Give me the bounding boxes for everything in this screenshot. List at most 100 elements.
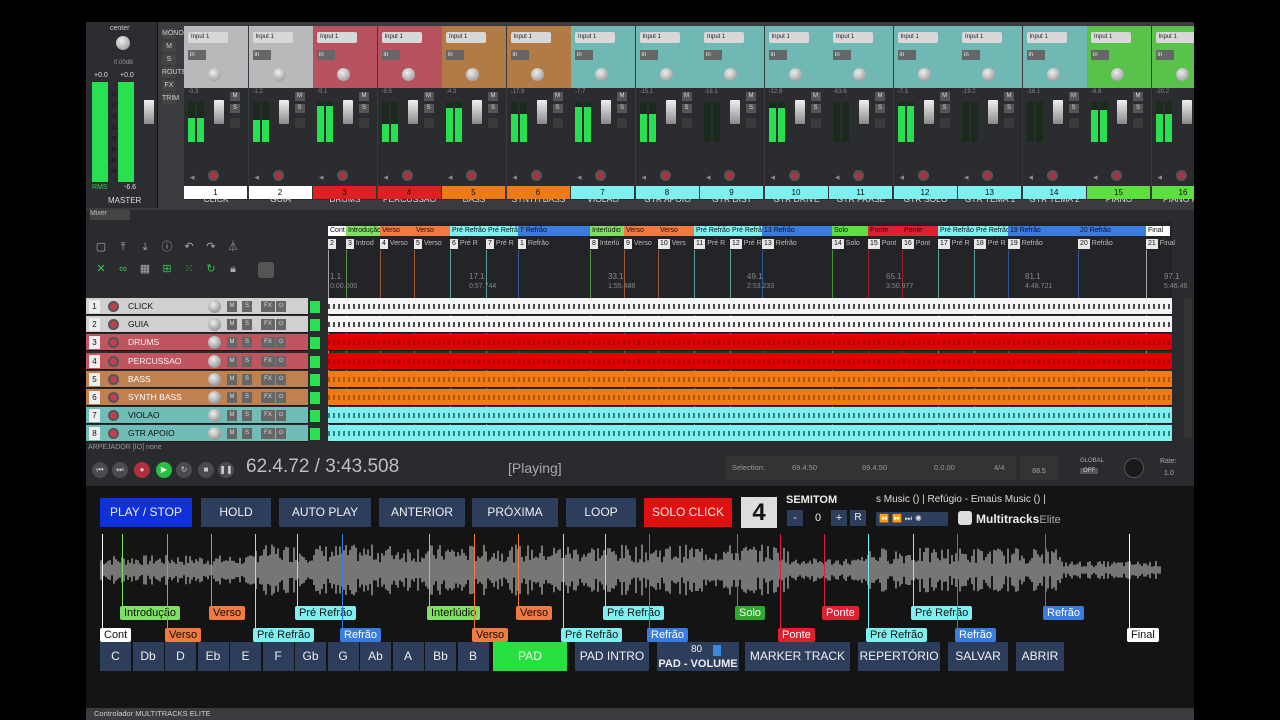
speaker-icon[interactable]: ◂ xyxy=(706,172,711,183)
speaker-icon[interactable]: ◂ xyxy=(319,172,324,183)
monitor-select[interactable]: in xyxy=(1091,50,1109,60)
input-select[interactable]: Input 1 xyxy=(768,32,809,43)
marker-label[interactable]: Pré Refrão xyxy=(694,226,730,236)
speaker-icon[interactable]: ◂ xyxy=(577,172,582,183)
marker-label[interactable]: Ponte xyxy=(902,226,938,236)
go-start-icon[interactable]: ⏮ xyxy=(92,462,108,478)
solo-click-button[interactable]: SOLO CLICK xyxy=(644,498,732,527)
solo-button[interactable]: S xyxy=(359,104,369,113)
marker-region[interactable]: 9 Verso xyxy=(624,239,652,249)
play-stop-button[interactable]: PLAY / STOP xyxy=(100,498,192,527)
record-arm-button[interactable] xyxy=(1111,170,1122,181)
record-arm-button[interactable] xyxy=(1175,170,1187,181)
speaker-icon[interactable]: ◂ xyxy=(255,172,260,183)
fx-icon[interactable] xyxy=(1004,118,1014,128)
mute-button[interactable]: M xyxy=(810,92,821,101)
monitor-select[interactable]: in xyxy=(188,50,206,60)
waveform-marker[interactable]: Refrão xyxy=(340,628,382,642)
solo-button[interactable]: S xyxy=(1004,104,1014,113)
key-button-eb[interactable]: Eb xyxy=(197,642,229,671)
track-lane[interactable] xyxy=(328,334,1172,352)
input-select[interactable]: Input 1 xyxy=(704,32,744,43)
speaker-icon[interactable]: ◂ xyxy=(964,172,969,183)
redo-icon[interactable]: ↷ xyxy=(204,240,218,254)
input-select[interactable]: Input 1 xyxy=(446,32,486,43)
waveform-marker[interactable]: Pré Refrão xyxy=(295,606,357,620)
record-arm-button[interactable] xyxy=(595,170,606,181)
speaker-icon[interactable]: ◂ xyxy=(384,172,389,183)
abrir-button[interactable]: ABRIR xyxy=(1016,642,1064,671)
key-button-g[interactable]: G xyxy=(327,642,359,671)
fx-icon[interactable] xyxy=(746,118,756,128)
cube-icon[interactable] xyxy=(258,262,274,278)
waveform-marker[interactable]: Verso xyxy=(472,628,509,642)
record-arm-button[interactable] xyxy=(272,170,284,181)
mute-button[interactable]: M xyxy=(488,92,498,101)
media-controls[interactable]: ⏪⏩⏭◉ xyxy=(876,512,948,526)
input-select[interactable]: Input 1 xyxy=(575,32,615,43)
solo-button[interactable]: S xyxy=(875,104,885,113)
marker-track-button[interactable]: MARKER TRACK xyxy=(745,642,850,671)
fx-icon[interactable] xyxy=(617,118,627,128)
pad-volume-control[interactable]: 80 PAD - VOLUME xyxy=(657,642,739,671)
marker-region[interactable]: 3 Introd xyxy=(346,239,374,249)
semitom-reset-button[interactable]: R xyxy=(850,510,866,526)
marker-label[interactable]: Verso xyxy=(658,226,694,236)
semitom-minus-button[interactable]: - xyxy=(787,510,803,526)
pan-knob[interactable] xyxy=(1175,68,1189,81)
metronome-icon[interactable]: ⏃ xyxy=(226,240,240,254)
fx-icon[interactable] xyxy=(810,118,821,128)
key-button-d[interactable]: D xyxy=(165,642,196,671)
proxima-button[interactable]: PRÓXIMA xyxy=(472,498,558,527)
pan-knob[interactable] xyxy=(530,68,544,81)
track-lane[interactable] xyxy=(328,425,1172,443)
rate-knob[interactable] xyxy=(1124,458,1144,478)
waveform-marker[interactable]: Verso xyxy=(516,606,553,620)
download-icon[interactable]: ⤓ xyxy=(138,240,152,254)
record-arm-button[interactable] xyxy=(337,170,348,181)
marker-label[interactable]: Ponte xyxy=(868,226,902,236)
arrange-scrollbar[interactable] xyxy=(1184,298,1192,438)
marker-label[interactable]: Verso xyxy=(380,226,414,236)
marker-region[interactable]: 20 Refrão xyxy=(1078,239,1113,249)
pan-knob[interactable] xyxy=(853,68,866,81)
monitor-select[interactable]: in xyxy=(446,50,464,60)
speaker-icon[interactable]: ◂ xyxy=(1029,172,1034,183)
marker-region[interactable]: 21 Final xyxy=(1146,239,1175,249)
speaker-icon[interactable]: ◂ xyxy=(190,172,195,183)
pan-knob[interactable] xyxy=(466,68,479,81)
loop-icon[interactable]: ↻ xyxy=(204,262,218,276)
fx-icon[interactable] xyxy=(230,118,240,128)
hold-button[interactable]: HOLD xyxy=(201,498,271,527)
solo-button[interactable]: S xyxy=(617,104,627,113)
input-select[interactable]: Input 1 xyxy=(1091,32,1131,43)
monitor-select[interactable]: in xyxy=(575,50,593,60)
volume-fader[interactable] xyxy=(536,100,547,124)
input-select[interactable]: Input 1 xyxy=(252,32,293,43)
key-button-bb[interactable]: Bb xyxy=(425,642,456,671)
record-arm-button[interactable] xyxy=(917,170,929,181)
marker-label[interactable]: Final xyxy=(1146,226,1170,236)
input-select[interactable]: Input 1 xyxy=(317,32,357,43)
marker-region[interactable]: 1 Refrão xyxy=(518,239,549,249)
waveform-marker[interactable]: Refrão xyxy=(647,628,689,642)
marker-label[interactable]: Pré Refrão xyxy=(486,226,518,236)
input-select[interactable]: Input 1 xyxy=(897,32,938,43)
solo-button[interactable]: S xyxy=(230,104,240,113)
waveform-marker[interactable]: Ponte xyxy=(822,606,859,620)
pad-button[interactable]: PAD xyxy=(493,642,567,671)
marker-label[interactable]: Pré Refrão xyxy=(974,226,1008,236)
volume-fader[interactable] xyxy=(859,100,869,124)
key-button-gb[interactable]: Gb xyxy=(295,642,326,671)
volume-fader[interactable] xyxy=(730,100,740,124)
marker-label[interactable]: Solo xyxy=(832,226,868,236)
volume-fader[interactable] xyxy=(214,100,224,124)
marker-label[interactable]: Verso xyxy=(414,226,450,236)
waveform-marker[interactable]: Interlúdio xyxy=(427,606,481,620)
input-select[interactable]: Input 1 xyxy=(1026,32,1067,43)
master-pan-knob[interactable] xyxy=(116,36,130,50)
input-select[interactable]: Input 1 xyxy=(381,32,422,43)
mixer-side-fx[interactable]: FX xyxy=(162,80,176,91)
mute-button[interactable]: M xyxy=(746,92,756,101)
repeat-icon[interactable]: ↻ xyxy=(176,462,192,478)
